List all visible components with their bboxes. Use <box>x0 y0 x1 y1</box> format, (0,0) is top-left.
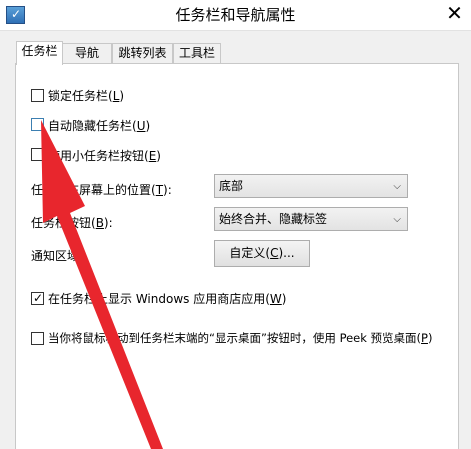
taskbar-position-value: 底部 <box>219 179 244 193</box>
auto-hide-taskbar-label: 自动隐藏任务栏(U) <box>48 119 151 133</box>
chevron-down-icon: ⌵ <box>393 181 401 192</box>
taskbar-buttons-label: 任务栏按钮(B): <box>31 216 113 230</box>
tab-taskbar[interactable]: 任务栏 <box>16 41 63 65</box>
close-button[interactable]: ✕ <box>438 0 471 28</box>
taskbar-properties-window: ✓ 任务栏和导航属性 ✕ 任务栏 导航 跳转列表 工具栏 锁定任务栏(L) 自动… <box>0 0 471 449</box>
peek-desktop-label: 当你将鼠标移动到任务栏末端的“显示桌面”按钮时，使用 Peek 预览桌面(P) <box>48 331 433 345</box>
tab-jump-lists[interactable]: 跳转列表 <box>112 43 173 64</box>
title-bar: ✓ 任务栏和导航属性 ✕ <box>0 0 471 31</box>
checkmark-icon: ✓ <box>32 291 44 305</box>
window-title: 任务栏和导航属性 <box>175 6 296 24</box>
tab-navigation[interactable]: 导航 <box>62 43 112 64</box>
taskbar-buttons-value: 始终合并、隐藏标签 <box>219 212 328 226</box>
customize-button[interactable]: 自定义(C)... <box>214 240 310 267</box>
chevron-down-icon: ⌵ <box>393 214 401 225</box>
lock-taskbar-label: 锁定任务栏(L) <box>48 89 125 103</box>
lock-taskbar-checkbox[interactable] <box>31 89 44 102</box>
small-taskbar-buttons-label: 使用小任务栏按钮(E) <box>48 149 161 163</box>
peek-desktop-checkbox[interactable] <box>31 332 44 345</box>
taskbar-position-label: 任务栏在屏幕上的位置(T): <box>31 183 172 197</box>
show-store-apps-label: 在任务栏上显示 Windows 应用商店应用(W) <box>48 292 287 306</box>
show-store-apps-checkbox[interactable]: ✓ <box>31 291 44 305</box>
tab-toolbars[interactable]: 工具栏 <box>173 43 221 64</box>
notification-area-label: 通知区域: <box>31 249 84 263</box>
small-taskbar-buttons-checkbox[interactable] <box>31 148 44 161</box>
taskbar-buttons-select[interactable]: 始终合并、隐藏标签 ⌵ <box>214 207 408 231</box>
taskbar-position-select[interactable]: 底部 ⌵ <box>214 174 408 198</box>
auto-hide-taskbar-checkbox[interactable] <box>31 118 44 131</box>
